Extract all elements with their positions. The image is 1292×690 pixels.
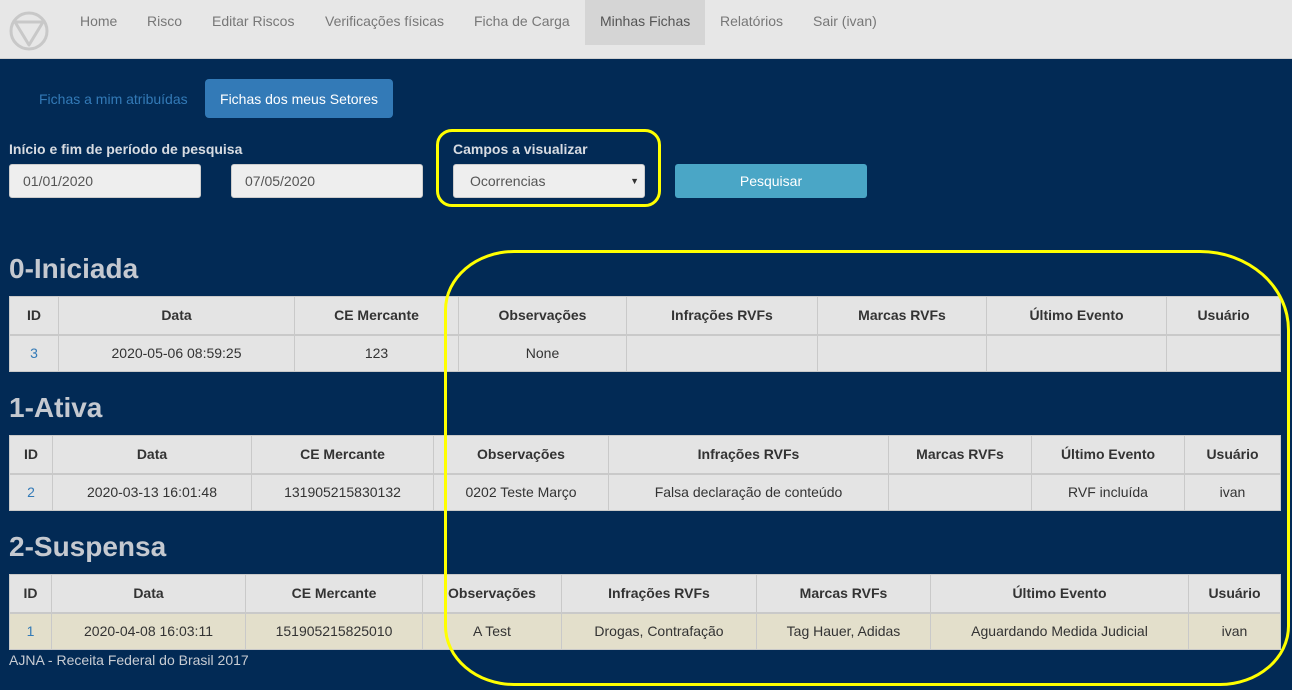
table-header-row: ID Data CE Mercante Observações Infraçõe… [9, 574, 1281, 614]
nav-ficha-de-carga[interactable]: Ficha de Carga [459, 0, 585, 45]
cell-usuario [1166, 334, 1281, 372]
cell-data: 2020-05-06 08:59:25 [58, 334, 295, 372]
section-title-iniciada: 0-Iniciada [9, 253, 139, 284]
fields-select[interactable]: Ocorrencias ▼ [453, 164, 645, 198]
search-button[interactable]: Pesquisar [675, 164, 867, 198]
col-marcas[interactable]: Marcas RVFs [888, 435, 1032, 475]
col-ce-mercante[interactable]: CE Mercante [251, 435, 434, 475]
col-marcas[interactable]: Marcas RVFs [817, 296, 987, 336]
cell-ce-mercante: 131905215830132 [251, 473, 434, 511]
col-ce-mercante[interactable]: CE Mercante [294, 296, 459, 336]
cell-observacoes: 0202 Teste Março [433, 473, 609, 511]
cell-ultimo-evento: RVF incluída [1031, 473, 1185, 511]
col-ultimo-evento[interactable]: Último Evento [930, 574, 1189, 614]
table-row: 3 2020-05-06 08:59:25 123 None [9, 334, 1281, 372]
col-infracoes[interactable]: Infrações RVFs [608, 435, 889, 475]
nav-home[interactable]: Home [65, 0, 132, 45]
table-ativa: ID Data CE Mercante Observações Infraçõe… [9, 435, 1281, 511]
col-marcas[interactable]: Marcas RVFs [756, 574, 931, 614]
nav-minhas-fichas[interactable]: Minhas Fichas [585, 0, 705, 45]
table-row: 2 2020-03-13 16:01:48 131905215830132 02… [9, 473, 1281, 511]
cell-ce-mercante: 123 [294, 334, 459, 372]
fields-label: Campos a visualizar [453, 141, 588, 157]
col-observacoes[interactable]: Observações [422, 574, 562, 614]
nav-relatorios[interactable]: Relatórios [705, 0, 798, 45]
start-date-input[interactable] [9, 164, 201, 198]
section-title-suspensa: 2-Suspensa [9, 531, 167, 562]
cell-marcas: Tag Hauer, Adidas [756, 612, 931, 650]
cell-infracoes [626, 334, 818, 372]
col-id[interactable]: ID [9, 574, 52, 614]
cell-marcas [817, 334, 987, 372]
tab-fichas-atribuidas[interactable]: Fichas a mim atribuídas [25, 79, 202, 118]
col-data[interactable]: Data [52, 435, 252, 475]
cell-observacoes: A Test [422, 612, 562, 650]
table-suspensa: ID Data CE Mercante Observações Infraçõe… [9, 574, 1281, 650]
cell-ultimo-evento: Aguardando Medida Judicial [930, 612, 1189, 650]
section-title-ativa: 1-Ativa [9, 392, 103, 423]
col-usuario[interactable]: Usuário [1166, 296, 1281, 336]
cell-observacoes: None [458, 334, 627, 372]
table-header-row: ID Data CE Mercante Observações Infraçõe… [9, 435, 1281, 475]
nav-editar-riscos[interactable]: Editar Riscos [197, 0, 309, 45]
cell-infracoes: Drogas, Contrafação [561, 612, 757, 650]
nav-risco[interactable]: Risco [132, 0, 197, 45]
row-id-link[interactable]: 3 [9, 334, 59, 372]
nav-verificacoes-fisicas[interactable]: Verificações físicas [310, 0, 459, 45]
table-row: 1 2020-04-08 16:03:11 151905215825010 A … [9, 612, 1281, 650]
row-id-link[interactable]: 1 [9, 612, 52, 650]
col-data[interactable]: Data [51, 574, 246, 614]
fields-select-value: Ocorrencias [470, 173, 546, 189]
col-infracoes[interactable]: Infrações RVFs [561, 574, 757, 614]
col-usuario[interactable]: Usuário [1188, 574, 1281, 614]
period-label: Início e fim de período de pesquisa [9, 141, 243, 157]
caret-down-icon: ▼ [630, 176, 639, 186]
col-ultimo-evento[interactable]: Último Evento [1031, 435, 1185, 475]
cell-usuario: ivan [1188, 612, 1281, 650]
col-observacoes[interactable]: Observações [433, 435, 609, 475]
col-id[interactable]: ID [9, 435, 53, 475]
cell-data: 2020-03-13 16:01:48 [52, 473, 252, 511]
end-date-input[interactable] [231, 164, 423, 198]
cell-marcas [888, 473, 1032, 511]
nav-sair[interactable]: Sair (ivan) [798, 0, 892, 45]
navbar: Home Risco Editar Riscos Verificações fí… [0, 0, 1292, 59]
cell-data: 2020-04-08 16:03:11 [51, 612, 246, 650]
footer-text: AJNA - Receita Federal do Brasil 2017 [9, 652, 249, 668]
cell-ultimo-evento [986, 334, 1167, 372]
col-infracoes[interactable]: Infrações RVFs [626, 296, 818, 336]
table-header-row: ID Data CE Mercante Observações Infraçõe… [9, 296, 1281, 336]
row-id-link[interactable]: 2 [9, 473, 53, 511]
col-observacoes[interactable]: Observações [458, 296, 627, 336]
col-ultimo-evento[interactable]: Último Evento [986, 296, 1167, 336]
cell-ce-mercante: 151905215825010 [245, 612, 423, 650]
table-iniciada: ID Data CE Mercante Observações Infraçõe… [9, 296, 1281, 372]
tab-fichas-setores[interactable]: Fichas dos meus Setores [205, 79, 393, 118]
col-id[interactable]: ID [9, 296, 59, 336]
logo-triangle-circle-icon[interactable] [9, 11, 49, 51]
cell-usuario: ivan [1184, 473, 1281, 511]
col-data[interactable]: Data [58, 296, 295, 336]
cell-infracoes: Falsa declaração de conteúdo [608, 473, 889, 511]
col-usuario[interactable]: Usuário [1184, 435, 1281, 475]
col-ce-mercante[interactable]: CE Mercante [245, 574, 423, 614]
